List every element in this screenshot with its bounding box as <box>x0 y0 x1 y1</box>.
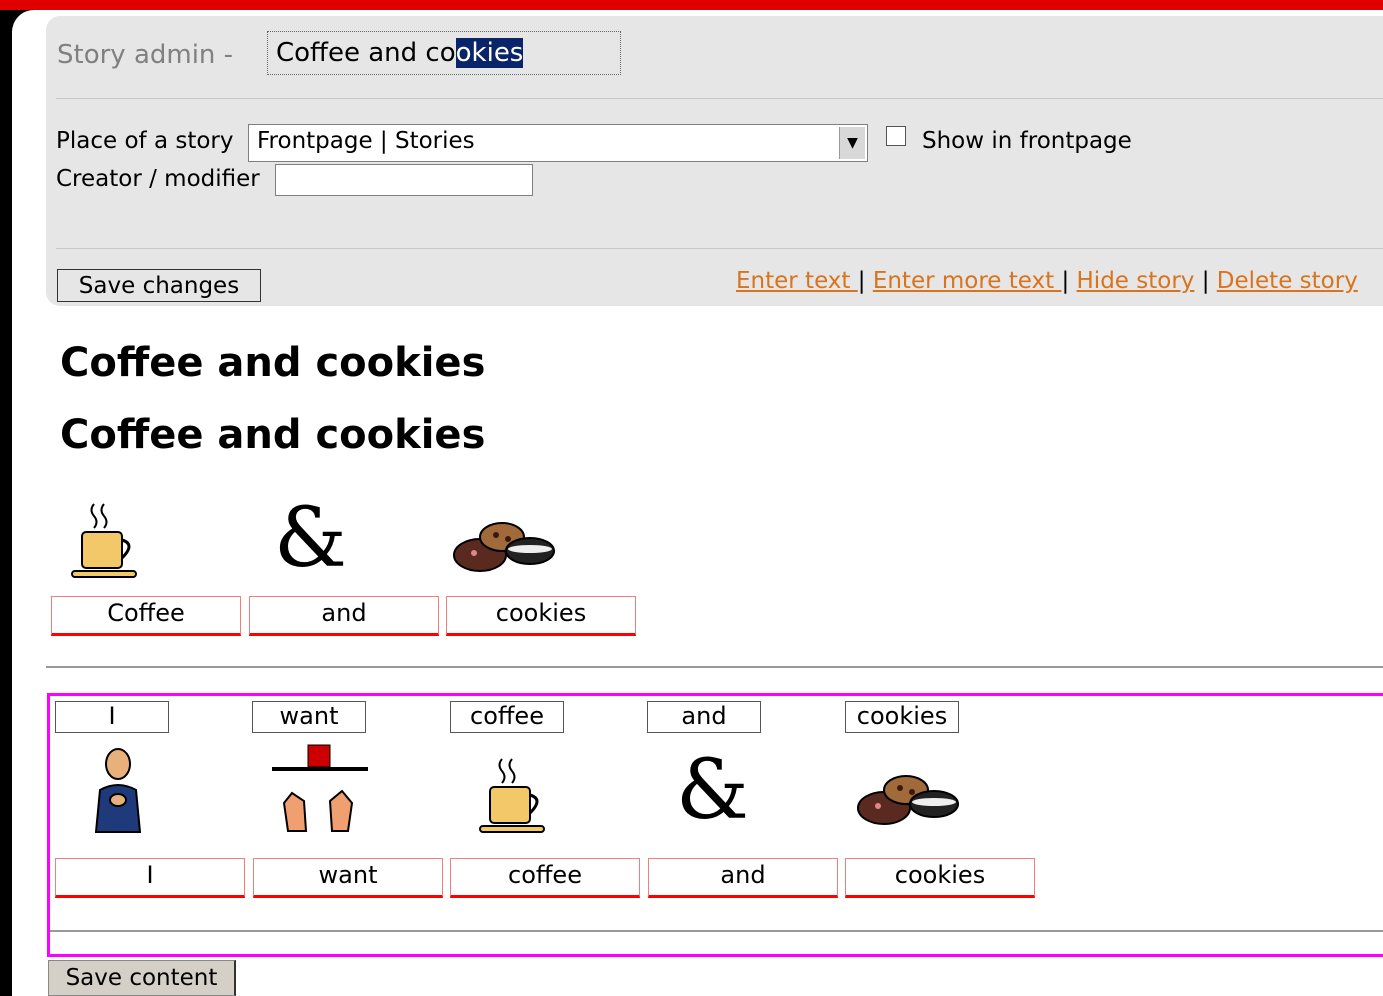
story-title-input[interactable]: Coffee and cookies <box>267 31 621 75</box>
place-select-value: Frontpage | Stories <box>257 128 475 154</box>
creator-label: Creator / modifier <box>56 166 260 192</box>
word-label-box[interactable]: want <box>252 701 366 733</box>
title-text: Coffee and co <box>276 38 456 68</box>
page: Story admin - Coffee and cookies Place o… <box>12 10 1383 996</box>
word-label-box[interactable]: cookies <box>845 701 959 733</box>
show-frontpage-label: Show in frontpage <box>922 128 1132 154</box>
divider <box>46 666 1383 668</box>
symbol-word-cell[interactable]: Coffee <box>51 596 241 636</box>
chevron-down-icon[interactable]: ▼ <box>839 127 865 159</box>
edit-word-cell[interactable]: coffee <box>450 858 640 898</box>
hide-story-link[interactable]: Hide story <box>1077 268 1195 294</box>
story-admin-panel: Story admin - Coffee and cookies Place o… <box>46 16 1383 306</box>
word-label-box[interactable]: coffee <box>450 701 564 733</box>
link-separator: | <box>857 268 866 294</box>
cookies-icon <box>857 775 959 825</box>
edit-word-cell[interactable]: I <box>55 858 245 898</box>
divider <box>50 930 1383 932</box>
ampersand-icon: & <box>274 491 347 586</box>
coffee-cup-icon <box>71 503 137 578</box>
show-frontpage-checkbox[interactable] <box>886 126 906 146</box>
enter-more-text-link[interactable]: Enter more text <box>873 268 1062 294</box>
story-admin-label: Story admin - <box>57 40 234 70</box>
delete-story-link[interactable]: Delete story <box>1217 268 1358 294</box>
symbol-word-cell[interactable]: and <box>249 596 439 636</box>
divider <box>56 98 1383 99</box>
edit-word-cell[interactable]: and <box>648 858 838 898</box>
link-separator: | <box>1201 268 1210 294</box>
word-label-box[interactable]: and <box>647 701 761 733</box>
enter-text-link[interactable]: Enter text <box>736 268 858 294</box>
title-selected-text: okies <box>455 38 524 68</box>
ampersand-icon: & <box>676 743 749 838</box>
coffee-cup-icon <box>479 758 545 833</box>
story-action-links: Enter text | Enter more text | Hide stor… <box>736 268 1358 294</box>
divider <box>56 248 1383 249</box>
want-hands-icon <box>272 744 368 832</box>
place-select[interactable]: Frontpage | Stories ▼ <box>248 124 868 162</box>
place-label: Place of a story <box>56 128 234 154</box>
word-label-box[interactable]: I <box>55 701 169 733</box>
story-heading: Coffee and cookies <box>60 340 486 386</box>
link-separator: | <box>1061 268 1070 294</box>
person-icon <box>94 748 142 833</box>
cookies-icon <box>453 522 555 572</box>
edit-word-cell[interactable]: want <box>253 858 443 898</box>
story-subheading: Coffee and cookies <box>60 412 486 458</box>
save-changes-button[interactable]: Save changes <box>57 269 261 302</box>
creator-input[interactable] <box>275 164 533 196</box>
symbol-word-cell[interactable]: cookies <box>446 596 636 636</box>
top-red-bar <box>0 0 1383 10</box>
save-content-button[interactable]: Save content <box>48 960 236 996</box>
edit-word-cell[interactable]: cookies <box>845 858 1035 898</box>
